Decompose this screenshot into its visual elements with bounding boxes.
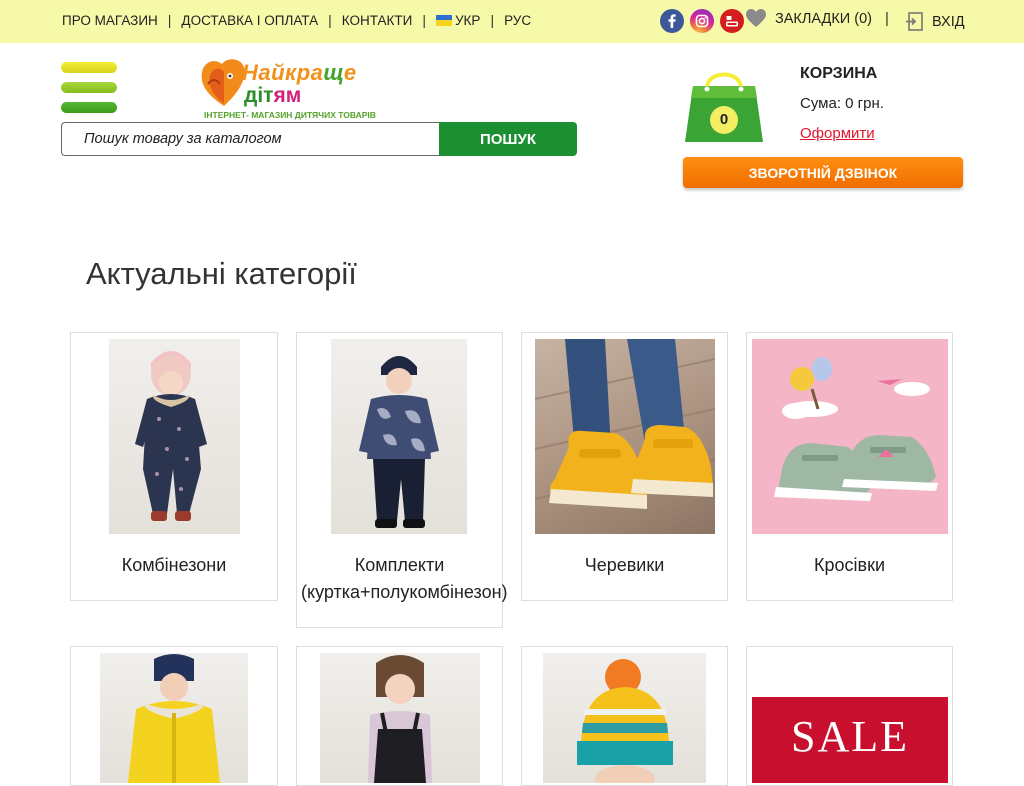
cart-title[interactable]: КОРЗИНА bbox=[800, 65, 877, 83]
category-label: Черевики bbox=[584, 555, 665, 575]
cart-count-badge: 0 bbox=[710, 106, 738, 134]
category-image bbox=[535, 339, 715, 534]
search-input[interactable] bbox=[61, 122, 439, 156]
nav-contacts[interactable]: КОНТАКТИ bbox=[342, 13, 413, 28]
cart-bag-icon[interactable]: 0 bbox=[683, 62, 765, 144]
burger-line bbox=[61, 62, 117, 73]
category-image: SALE bbox=[752, 653, 948, 783]
burger-line bbox=[61, 102, 117, 113]
category-card-jackets[interactable] bbox=[70, 646, 278, 786]
category-label: Комплекти (куртка+полукомбінезон) bbox=[301, 555, 508, 602]
menu-burger-button[interactable] bbox=[61, 62, 117, 113]
store-logo[interactable]: Найкраще дітям ІНТЕРНЕТ- МАГАЗИН ДИТЯЧИХ… bbox=[200, 58, 378, 122]
heart-mascot-icon bbox=[201, 59, 245, 106]
cart-sum: Сума: 0 грн. bbox=[800, 95, 884, 112]
category-card-overalls[interactable] bbox=[296, 646, 503, 786]
social-links bbox=[660, 9, 744, 33]
section-title: Актуальні категорії bbox=[86, 256, 357, 291]
instagram-icon[interactable] bbox=[690, 9, 714, 33]
category-image bbox=[543, 653, 706, 783]
nav-separator: | bbox=[167, 12, 172, 28]
category-card-sneakers[interactable]: Кросівки bbox=[746, 332, 953, 601]
category-image bbox=[100, 653, 248, 783]
category-card-hats[interactable] bbox=[521, 646, 728, 786]
heart-icon[interactable] bbox=[745, 8, 767, 28]
category-card-boots[interactable]: Черевики bbox=[521, 332, 728, 601]
lang-ukr-link[interactable]: УКР bbox=[435, 12, 481, 28]
youtube-icon[interactable] bbox=[720, 9, 744, 33]
logo-text-line2: дітям bbox=[244, 84, 302, 107]
facebook-icon[interactable] bbox=[660, 9, 684, 33]
callback-button[interactable]: ЗВОРОТНІЙ ДЗВІНОК bbox=[683, 157, 963, 188]
category-card-sets[interactable]: Комплекти (куртка+полукомбінезон) bbox=[296, 332, 508, 628]
category-image bbox=[331, 339, 467, 534]
category-label: Комбінезони bbox=[121, 555, 227, 575]
nav-delivery-payment[interactable]: ДОСТАВКА І ОПЛАТА bbox=[181, 13, 318, 28]
search-button[interactable]: ПОШУК bbox=[439, 122, 577, 156]
category-image bbox=[320, 653, 480, 783]
login-icon[interactable] bbox=[905, 12, 923, 31]
search-form: ПОШУК bbox=[61, 122, 577, 156]
burger-line bbox=[61, 82, 117, 93]
login-link[interactable]: ВХІД bbox=[932, 14, 965, 30]
logo-text-line1: Найкраще bbox=[242, 60, 357, 85]
category-image bbox=[752, 339, 948, 534]
category-label: Кросівки bbox=[814, 555, 885, 575]
nav-separator: | bbox=[490, 12, 495, 28]
sale-banner: SALE bbox=[752, 697, 948, 783]
category-card-jumpsuits[interactable]: Комбінезони bbox=[70, 332, 278, 601]
nav-separator: | bbox=[328, 12, 332, 28]
lang-ukr-label: УКР bbox=[454, 12, 481, 28]
sale-text: SALE bbox=[791, 712, 909, 761]
logo-tagline: ІНТЕРНЕТ- МАГАЗИН ДИТЯЧИХ ТОВАРІВ bbox=[204, 110, 376, 120]
nav-separator: | bbox=[885, 10, 889, 27]
top-nav: ПРО МАГАЗИН | ДОСТАВКА І ОПЛАТА | КОНТАК… bbox=[62, 12, 531, 28]
category-image bbox=[109, 339, 240, 534]
checkout-link[interactable]: Оформити bbox=[800, 125, 875, 142]
ukraine-flag-icon bbox=[435, 14, 452, 26]
nav-about-store[interactable]: ПРО МАГАЗИН bbox=[62, 13, 158, 28]
top-bar: ПРО МАГАЗИН | ДОСТАВКА І ОПЛАТА | КОНТАК… bbox=[0, 0, 1024, 43]
nav-separator: | bbox=[422, 12, 426, 28]
lang-rus-link[interactable]: РУС bbox=[504, 13, 531, 28]
category-card-sale[interactable]: SALE bbox=[746, 646, 953, 786]
bookmarks-link[interactable]: ЗАКЛАДКИ (0) bbox=[775, 11, 872, 27]
